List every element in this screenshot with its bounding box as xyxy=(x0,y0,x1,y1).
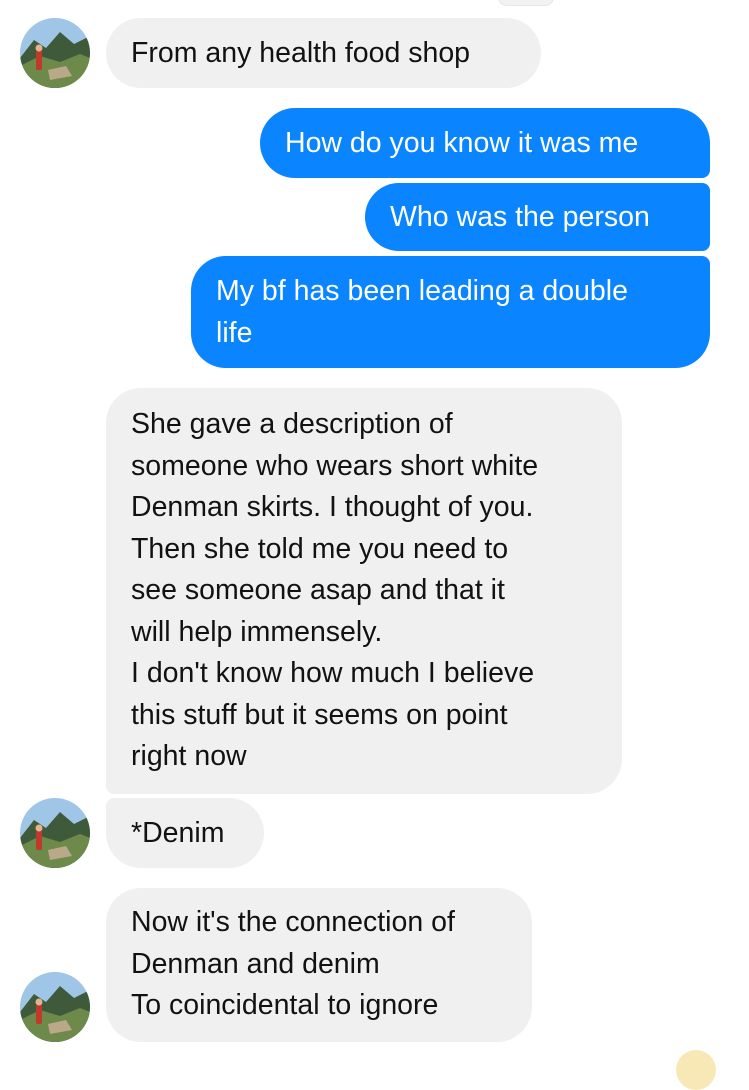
profile-photo-landscape-icon xyxy=(20,972,90,1042)
incoming-message[interactable]: She gave a description of someone who we… xyxy=(106,388,622,794)
contact-avatar[interactable] xyxy=(20,18,90,88)
outgoing-message[interactable]: My bf has been leading a double life xyxy=(191,256,710,368)
previous-message-edge xyxy=(498,0,554,6)
incoming-message[interactable]: Now it's the connection of Denman and de… xyxy=(106,888,532,1042)
incoming-message[interactable]: From any health food shop xyxy=(106,18,541,88)
contact-avatar[interactable] xyxy=(20,972,90,1042)
incoming-message[interactable]: *Denim xyxy=(106,798,264,868)
reaction-indicator xyxy=(676,1050,716,1090)
profile-photo-landscape-icon xyxy=(20,18,90,88)
profile-photo-landscape-icon xyxy=(20,798,90,868)
outgoing-message[interactable]: Who was the person xyxy=(365,183,710,251)
contact-avatar[interactable] xyxy=(20,798,90,868)
outgoing-message[interactable]: How do you know it was me xyxy=(260,108,710,178)
